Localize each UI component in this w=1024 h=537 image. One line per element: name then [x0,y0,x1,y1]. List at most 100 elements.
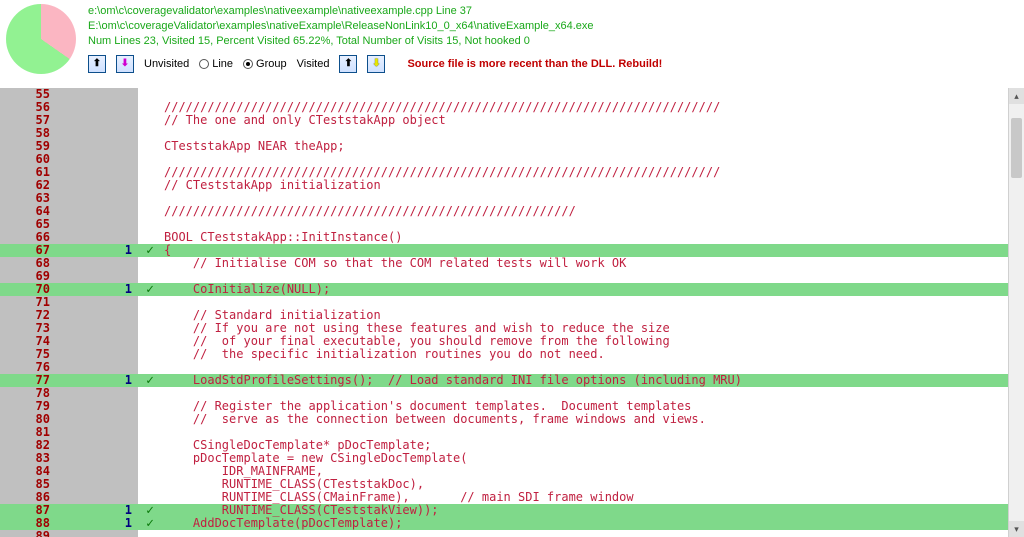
pie-icon [6,4,76,74]
visited-check-icon [138,322,162,335]
exe-path-line: E:\om\c\coverageValidator\examples\nativ… [88,19,662,34]
visited-check-icon: ✓ [138,517,162,530]
hit-count [56,88,138,101]
visited-check-icon [138,439,162,452]
hit-count: 1 [56,244,138,257]
visited-check-icon [138,192,162,205]
code-row[interactable]: 61//////////////////////////////////////… [0,166,1024,179]
code-row[interactable]: 80 // serve as the connection between do… [0,413,1024,426]
code-row[interactable]: 771✓ LoadStdProfileSettings(); // Load s… [0,374,1024,387]
hit-count [56,140,138,153]
hit-count [56,530,138,537]
scroll-thumb[interactable] [1011,118,1022,178]
hit-count [56,166,138,179]
visited-check-icon: ✓ [138,374,162,387]
source-text: BOOL CTeststakApp::InitInstance() [162,231,1024,244]
visited-check-icon [138,205,162,218]
rebuild-warning: Source file is more recent than the DLL.… [407,58,662,70]
vertical-scrollbar[interactable]: ▴ ▾ [1008,88,1024,537]
hit-count [56,452,138,465]
code-row[interactable]: 64//////////////////////////////////////… [0,205,1024,218]
hit-count [56,218,138,231]
visited-check-icon [138,114,162,127]
coverage-toolbar: ⬆ ⬇ Unvisited Line Group Visited ⬆ ⬇ Sou… [88,55,662,73]
visited-check-icon [138,387,162,400]
unvisited-label: Unvisited [144,58,189,70]
code-row[interactable]: 58 [0,127,1024,140]
hit-count [56,335,138,348]
hit-count [56,400,138,413]
visited-check-icon [138,218,162,231]
visited-check-icon [138,413,162,426]
hit-count [56,153,138,166]
hit-count [56,205,138,218]
source-text: // serve as the connection between docum… [162,413,1024,426]
hit-count: 1 [56,283,138,296]
stats-line: Num Lines 23, Visited 15, Percent Visite… [88,34,662,49]
source-code-area: 5556////////////////////////////////////… [0,88,1024,537]
hit-count [56,439,138,452]
hit-count [56,257,138,270]
code-row[interactable]: 71 [0,296,1024,309]
code-row[interactable]: 701✓ CoInitialize(NULL); [0,283,1024,296]
source-text: CoInitialize(NULL); [162,283,1024,296]
code-row[interactable]: 81 [0,426,1024,439]
code-row[interactable]: 89 [0,530,1024,537]
visited-check-icon: ✓ [138,244,162,257]
visited-check-icon [138,127,162,140]
radio-line[interactable]: Line [199,58,233,70]
code-row[interactable]: 68 // Initialise COM so that the COM rel… [0,257,1024,270]
hit-count [56,192,138,205]
code-row[interactable]: 62// CTeststakApp initialization [0,179,1024,192]
visited-check-icon [138,166,162,179]
hit-count [56,465,138,478]
code-row[interactable]: 56//////////////////////////////////////… [0,101,1024,114]
code-row[interactable]: 75 // the specific initialization routin… [0,348,1024,361]
visited-check-icon [138,465,162,478]
code-row[interactable]: 881✓ AddDocTemplate(pDocTemplate); [0,517,1024,530]
prev-visited-button[interactable]: ⬆ [339,55,357,73]
visited-check-icon [138,400,162,413]
hit-count [56,413,138,426]
code-row[interactable]: 82 CSingleDocTemplate* pDocTemplate; [0,439,1024,452]
hit-count [56,309,138,322]
code-row[interactable]: 84 IDR_MAINFRAME, [0,465,1024,478]
visited-check-icon [138,257,162,270]
hit-count [56,114,138,127]
visited-check-icon [138,101,162,114]
visited-check-icon [138,426,162,439]
hit-count [56,426,138,439]
scroll-up-button[interactable]: ▴ [1009,88,1024,104]
source-text: CTeststakApp NEAR theApp; [162,140,1024,153]
hit-count [56,387,138,400]
visited-check-icon [138,452,162,465]
next-visited-button[interactable]: ⬇ [367,55,385,73]
visited-check-icon [138,335,162,348]
visited-check-icon [138,296,162,309]
coverage-pie-chart [6,4,76,74]
radio-group[interactable]: Group [243,58,287,70]
visited-check-icon [138,153,162,166]
scroll-down-button[interactable]: ▾ [1009,521,1024,537]
visited-label: Visited [297,58,330,70]
source-text: // The one and only CTeststakApp object [162,114,1024,127]
code-row[interactable]: 65 [0,218,1024,231]
source-text: // CTeststakApp initialization [162,179,1024,192]
visited-check-icon [138,530,162,537]
visited-check-icon [138,179,162,192]
prev-unvisited-button[interactable]: ⬆ [88,55,106,73]
header-panel: e:\om\c\coveragevalidator\examples\nativ… [0,0,1024,76]
hit-count: 1 [56,374,138,387]
source-text: // the specific initialization routines … [162,348,1024,361]
code-row[interactable]: 57// The one and only CTeststakApp objec… [0,114,1024,127]
hit-count: 1 [56,517,138,530]
code-row[interactable]: 83 pDocTemplate = new CSingleDocTemplate… [0,452,1024,465]
source-path-line: e:\om\c\coveragevalidator\examples\nativ… [88,4,662,19]
next-unvisited-button[interactable]: ⬇ [116,55,134,73]
visited-check-icon [138,478,162,491]
source-text: // Initialise COM so that the COM relate… [162,257,1024,270]
hit-count [56,322,138,335]
code-row[interactable]: 59CTeststakApp NEAR theApp; [0,140,1024,153]
line-number: 89 [0,530,56,537]
hit-count [56,179,138,192]
